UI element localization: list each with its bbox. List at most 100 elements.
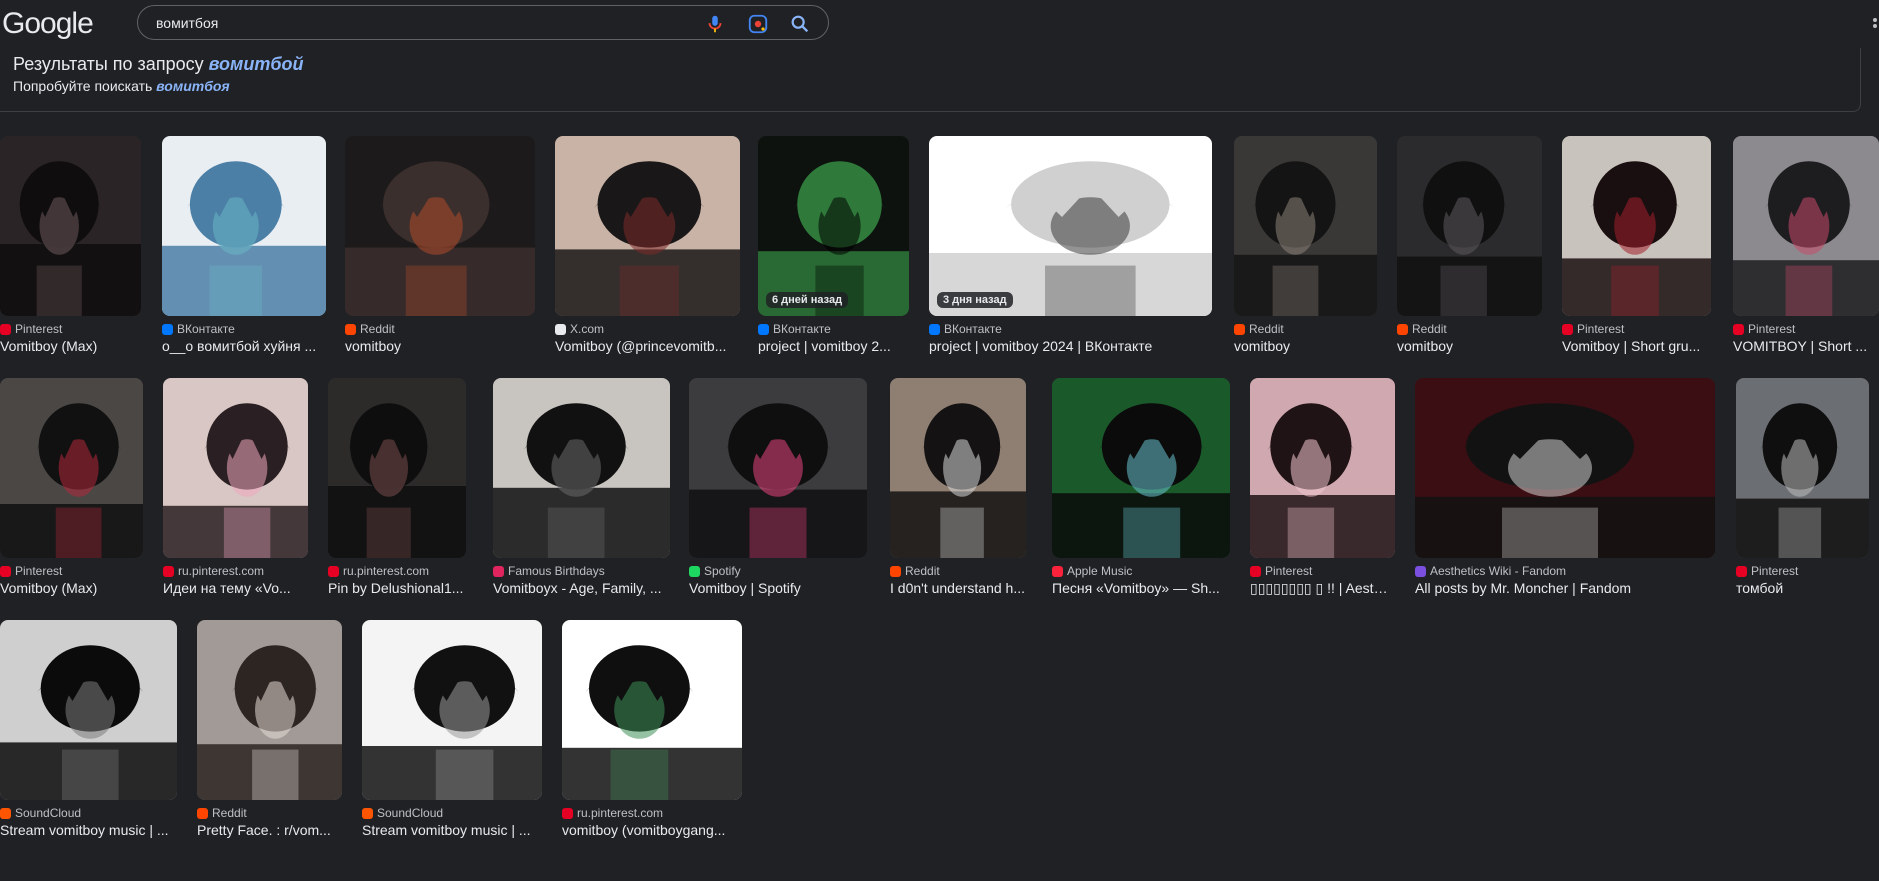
- result-source[interactable]: ВКонтакте: [162, 322, 326, 336]
- result-source[interactable]: ru.pinterest.com: [163, 564, 308, 578]
- image-result[interactable]: Pinterest томбой: [1736, 378, 1869, 618]
- image-result[interactable]: ru.pinterest.com Идеи на тему «Vo...: [163, 378, 308, 618]
- result-title[interactable]: Pretty Face. : r/vom...: [197, 822, 342, 838]
- result-thumbnail[interactable]: [362, 620, 542, 800]
- google-logo[interactable]: Google: [2, 7, 94, 41]
- result-thumbnail[interactable]: [345, 136, 535, 316]
- result-source[interactable]: Reddit: [345, 322, 535, 336]
- result-source[interactable]: Aesthetics Wiki - Fandom: [1415, 564, 1715, 578]
- image-result[interactable]: Reddit I d0n't understand h...: [890, 378, 1026, 618]
- result-title[interactable]: vomitboy: [1397, 338, 1542, 354]
- image-result[interactable]: 3 дня назад ВКонтакте project | vomitboy 2…: [929, 136, 1212, 376]
- result-thumbnail[interactable]: 6 дней назад: [758, 136, 909, 316]
- result-source[interactable]: ru.pinterest.com: [562, 806, 742, 820]
- result-source[interactable]: Famous Birthdays: [493, 564, 670, 578]
- result-thumbnail[interactable]: [1250, 378, 1395, 558]
- result-thumbnail[interactable]: [890, 378, 1026, 558]
- image-result[interactable]: Reddit vomitboy: [1397, 136, 1542, 376]
- image-result[interactable]: Pinterest Vomitboy (Max): [0, 378, 143, 618]
- image-result[interactable]: Famous Birthdays Vomitboyx - Age, Family,…: [493, 378, 670, 618]
- result-thumbnail[interactable]: [1234, 136, 1377, 316]
- result-source[interactable]: Reddit: [197, 806, 342, 820]
- result-source[interactable]: Apple Music: [1052, 564, 1230, 578]
- result-title[interactable]: project | vomitboy 2024 | ВКонтакте: [929, 338, 1212, 354]
- google-lens-icon[interactable]: [747, 13, 769, 35]
- result-title[interactable]: ▯▯▯▯▯▯▯▯ ▯ !! | Aesthe...: [1250, 580, 1395, 597]
- result-title[interactable]: Vomitboy | Short gru...: [1562, 338, 1711, 354]
- result-thumbnail[interactable]: [1733, 136, 1879, 316]
- result-title[interactable]: Песня «Vomitboy» — Sh...: [1052, 580, 1230, 596]
- image-result[interactable]: Spotify Vomitboy | Spotify: [689, 378, 867, 618]
- image-result[interactable]: Reddit vomitboy: [1234, 136, 1377, 376]
- result-title[interactable]: vomitboy: [1234, 338, 1377, 354]
- result-title[interactable]: Stream vomitboy music | ...: [362, 822, 542, 838]
- result-thumbnail[interactable]: [1736, 378, 1869, 558]
- result-title[interactable]: Vomitboyx - Age, Family, ...: [493, 580, 670, 596]
- result-source[interactable]: ВКонтакте: [758, 322, 909, 336]
- result-source[interactable]: SoundCloud: [0, 806, 177, 820]
- result-thumbnail[interactable]: [689, 378, 867, 558]
- image-result[interactable]: ВКонтакте o__o вомитбой хуйня ...: [162, 136, 326, 376]
- result-source[interactable]: Reddit: [890, 564, 1026, 578]
- search-input[interactable]: [156, 13, 676, 33]
- result-title[interactable]: Pin by Delushional1...: [328, 580, 466, 596]
- result-title[interactable]: All posts by Mr. Moncher | Fandom: [1415, 580, 1715, 596]
- result-source[interactable]: SoundCloud: [362, 806, 542, 820]
- result-thumbnail[interactable]: [1415, 378, 1715, 558]
- result-source[interactable]: Pinterest: [0, 564, 143, 578]
- result-thumbnail[interactable]: [197, 620, 342, 800]
- microphone-icon[interactable]: [704, 13, 726, 35]
- image-result[interactable]: X.com Vomitboy (@princevomitb...: [555, 136, 740, 376]
- result-thumbnail[interactable]: [555, 136, 740, 316]
- result-thumbnail[interactable]: [163, 378, 308, 558]
- image-result[interactable]: Reddit vomitboy: [345, 136, 535, 376]
- result-title[interactable]: I d0n't understand h...: [890, 580, 1026, 596]
- image-result[interactable]: Reddit Pretty Face. : r/vom...: [197, 620, 342, 860]
- image-result[interactable]: ru.pinterest.com vomitboy (vomitboygang..…: [562, 620, 742, 860]
- result-title[interactable]: Vomitboy | Spotify: [689, 580, 867, 596]
- result-thumbnail[interactable]: [328, 378, 466, 558]
- result-title[interactable]: project | vomitboy 2...: [758, 338, 909, 354]
- image-result[interactable]: Pinterest ▯▯▯▯▯▯▯▯ ▯ !! | Aesthe...: [1250, 378, 1395, 618]
- image-result[interactable]: ru.pinterest.com Pin by Delushional1...: [328, 378, 466, 618]
- result-source[interactable]: ru.pinterest.com: [328, 564, 466, 578]
- result-title[interactable]: VOMITBOY | Short ...: [1733, 338, 1879, 354]
- image-result[interactable]: SoundCloud Stream vomitboy music | ...: [362, 620, 542, 860]
- result-title[interactable]: Stream vomitboy music | ...: [0, 822, 177, 838]
- result-source[interactable]: Spotify: [689, 564, 867, 578]
- result-thumbnail[interactable]: [1052, 378, 1230, 558]
- result-source[interactable]: Pinterest: [0, 322, 141, 336]
- result-source[interactable]: ВКонтакте: [929, 322, 1212, 336]
- image-result[interactable]: Apple Music Песня «Vomitboy» — Sh...: [1052, 378, 1230, 618]
- result-title[interactable]: o__o вомитбой хуйня ...: [162, 338, 326, 354]
- result-source[interactable]: Reddit: [1397, 322, 1542, 336]
- result-title[interactable]: Vomitboy (Max): [0, 338, 141, 354]
- image-result[interactable]: Pinterest VOMITBOY | Short ...: [1733, 136, 1879, 376]
- image-result[interactable]: Aesthetics Wiki - Fandom All posts by Mr.…: [1415, 378, 1715, 618]
- result-source[interactable]: Reddit: [1234, 322, 1377, 336]
- result-thumbnail[interactable]: [0, 136, 141, 316]
- result-thumbnail[interactable]: [1562, 136, 1711, 316]
- result-title[interactable]: Идеи на тему «Vo...: [163, 580, 308, 596]
- result-thumbnail[interactable]: [0, 620, 177, 800]
- result-thumbnail[interactable]: [493, 378, 670, 558]
- result-title[interactable]: vomitboy (vomitboygang...: [562, 822, 742, 838]
- result-thumbnail[interactable]: 3 дня назад: [929, 136, 1212, 316]
- result-source[interactable]: Pinterest: [1736, 564, 1869, 578]
- result-title[interactable]: томбой: [1736, 580, 1869, 596]
- result-thumbnail[interactable]: [1397, 136, 1542, 316]
- result-thumbnail[interactable]: [562, 620, 742, 800]
- result-source[interactable]: X.com: [555, 322, 740, 336]
- image-result[interactable]: 6 дней назад ВКонтакте project | vomitboy …: [758, 136, 909, 376]
- result-thumbnail[interactable]: [162, 136, 326, 316]
- corrected-query-link[interactable]: вомитбой: [209, 54, 304, 74]
- image-result[interactable]: SoundCloud Stream vomitboy music | ...: [0, 620, 177, 860]
- result-title[interactable]: vomitboy: [345, 338, 535, 354]
- apps-icon[interactable]: [1869, 14, 1879, 34]
- result-source[interactable]: Pinterest: [1562, 322, 1711, 336]
- image-result[interactable]: Pinterest Vomitboy (Max): [0, 136, 141, 376]
- result-source[interactable]: Pinterest: [1250, 564, 1395, 578]
- result-title[interactable]: Vomitboy (@princevomitb...: [555, 338, 740, 354]
- result-thumbnail[interactable]: [0, 378, 143, 558]
- original-query-link[interactable]: вомитбоя: [156, 78, 229, 94]
